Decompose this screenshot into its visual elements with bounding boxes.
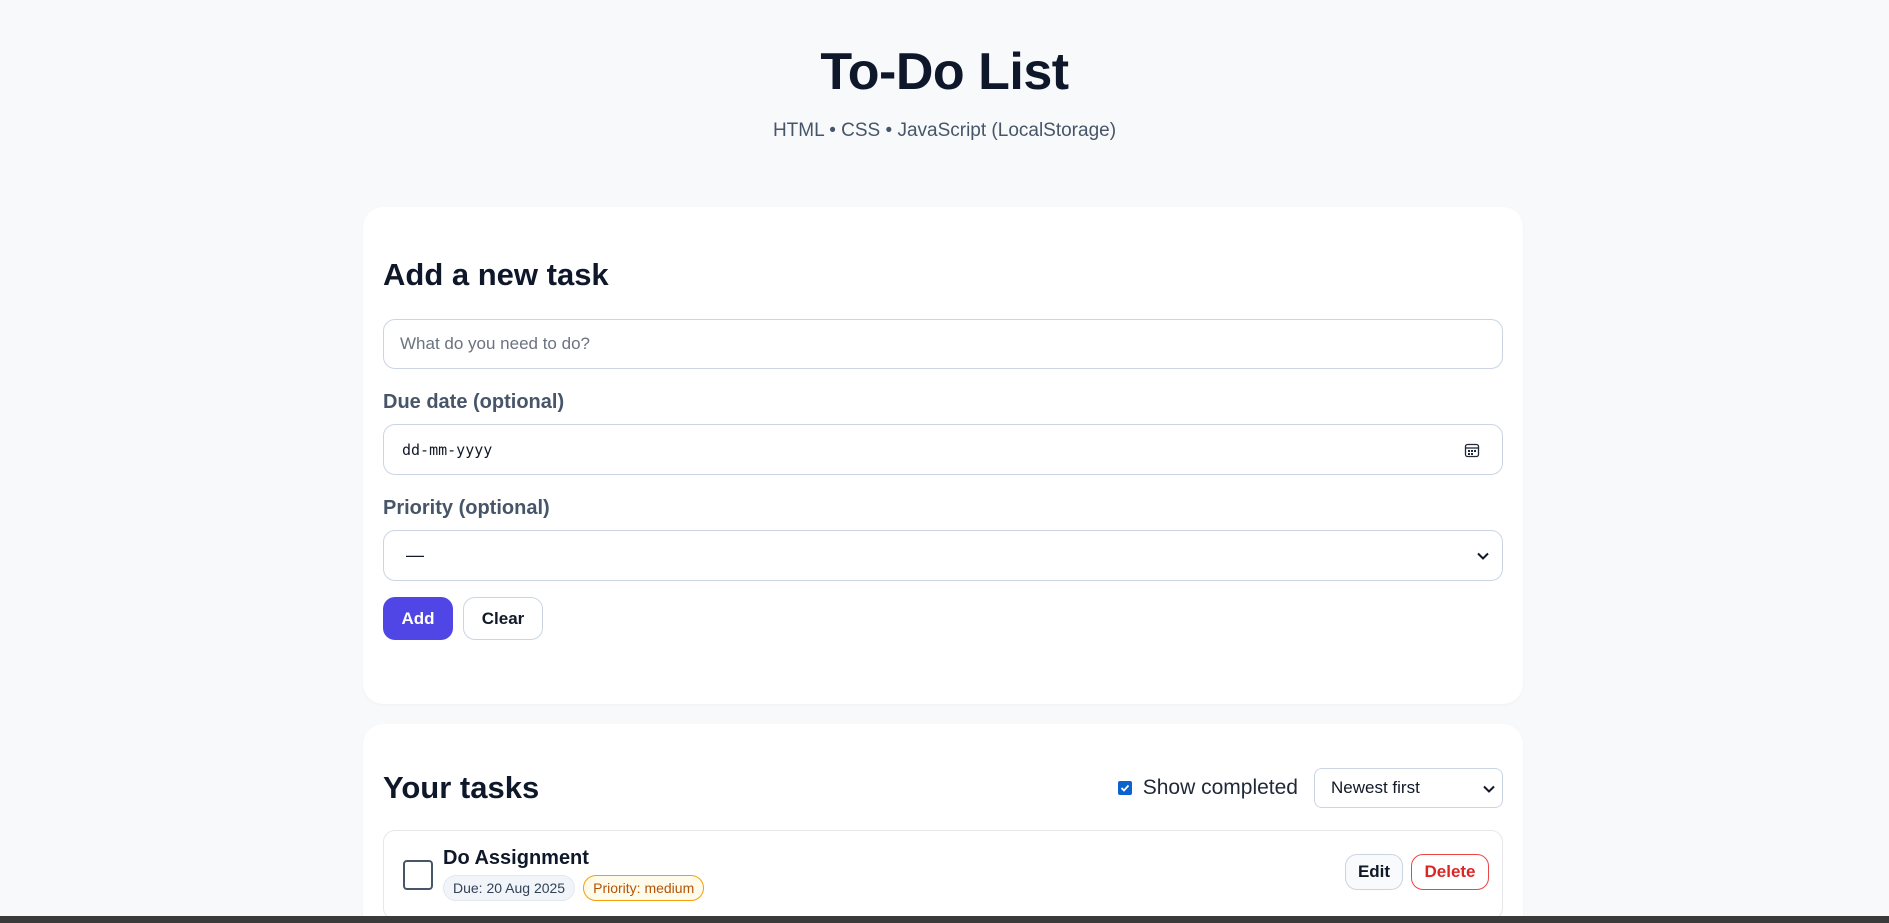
add-task-heading: Add a new task <box>383 257 609 292</box>
page-subtitle: HTML • CSS • JavaScript (LocalStorage) <box>772 120 1117 141</box>
check-icon <box>1120 784 1129 792</box>
task-item: Do Assignment Due: 20 Aug 2025 Priority:… <box>383 830 1503 920</box>
tasks-header: Your tasks Show completed Newest first <box>383 768 1503 808</box>
tasks-heading: Your tasks <box>383 770 540 805</box>
task-actions: Edit Delete <box>1345 854 1489 890</box>
window-bottom-edge <box>0 916 1889 923</box>
due-date-label: Due date (optional) <box>383 391 565 413</box>
task-title: Do Assignment <box>443 847 589 869</box>
priority-select[interactable]: — <box>383 530 1503 581</box>
show-completed-checkbox[interactable] <box>1117 781 1132 795</box>
due-date-input[interactable]: dd-mm-yyyy <box>383 424 1503 475</box>
add-button[interactable]: Add <box>383 597 453 640</box>
priority-badge: Priority: medium <box>583 875 705 901</box>
due-date-value: dd-mm-yyyy <box>402 440 493 459</box>
page-header: To-Do List HTML • CSS • JavaScript (Loca… <box>0 0 1889 142</box>
form-actions: Add Clear <box>383 597 1503 640</box>
chevron-down-icon <box>1483 785 1495 793</box>
add-task-card: Add a new task Due date (optional) dd-mm… <box>363 207 1523 704</box>
chevron-down-icon <box>1477 552 1489 560</box>
priority-label: Priority (optional) <box>383 497 550 519</box>
sort-select-value: Newest first <box>1331 778 1420 797</box>
page-title: To-Do List <box>820 43 1069 101</box>
delete-button[interactable]: Delete <box>1411 854 1489 890</box>
task-meta: Due: 20 Aug 2025 Priority: medium <box>443 875 705 901</box>
tasks-card: Your tasks Show completed Newest first D… <box>363 724 1523 923</box>
task-input[interactable] <box>383 319 1503 369</box>
due-date-badge: Due: 20 Aug 2025 <box>443 875 576 901</box>
sort-select[interactable]: Newest first <box>1314 768 1503 808</box>
clear-button[interactable]: Clear <box>463 597 543 640</box>
tasks-controls: Show completed Newest first <box>1117 768 1503 808</box>
task-complete-checkbox[interactable] <box>403 860 433 890</box>
priority-select-value: — <box>406 545 424 565</box>
edit-button[interactable]: Edit <box>1345 854 1403 890</box>
calendar-icon[interactable] <box>1464 442 1480 458</box>
show-completed-label[interactable]: Show completed <box>1143 776 1298 800</box>
